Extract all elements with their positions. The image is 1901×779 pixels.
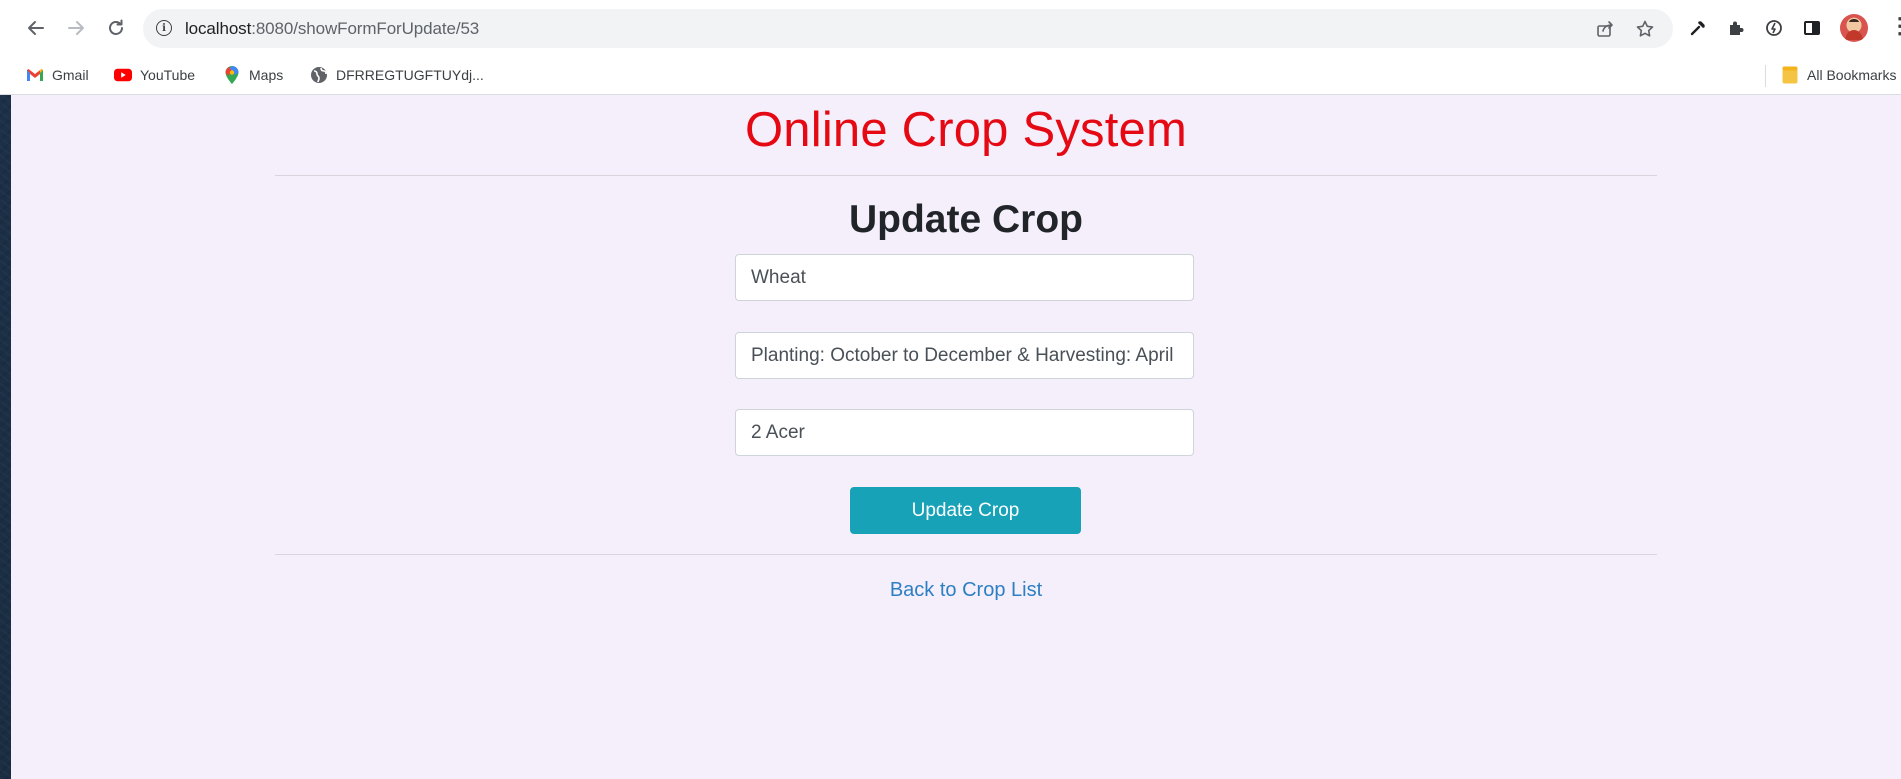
page-content: Online Crop System Update Crop Update Cr… (11, 95, 1901, 779)
bookmark-label: Gmail (52, 67, 89, 83)
side-panel-icon[interactable] (1800, 16, 1824, 40)
bookmark-label: All Bookmarks (1807, 67, 1897, 83)
bookmark-gmail[interactable]: Gmail (26, 64, 89, 86)
crop-name-input[interactable] (735, 254, 1194, 301)
header-divider (275, 175, 1657, 176)
extensions-puzzle-icon[interactable] (1724, 16, 1748, 40)
folder-icon (1781, 66, 1799, 84)
site-info-icon[interactable]: i (156, 20, 172, 36)
bookmark-maps[interactable]: Maps (223, 64, 283, 86)
app-title: Online Crop System (744, 103, 1188, 157)
globe-icon (310, 66, 328, 84)
back-arrow-icon[interactable] (22, 14, 50, 42)
bookmarks-bar: Gmail YouTube Maps DFRREGTUGFTUYdj... Al… (0, 57, 1901, 95)
menu-kebab-icon[interactable]: ⋮ (1889, 15, 1901, 37)
forward-arrow-icon[interactable] (62, 14, 90, 42)
url-path: :8080/showFormForUpdate/53 (251, 19, 480, 38)
update-crop-button[interactable]: Update Crop (850, 487, 1081, 534)
bookmark-star-icon[interactable] (1634, 18, 1656, 40)
back-to-crop-list-link[interactable]: Back to Crop List (275, 579, 1657, 602)
form-title: Update Crop (849, 198, 1083, 241)
reload-icon[interactable] (102, 14, 130, 42)
bookmark-label: YouTube (140, 67, 196, 83)
share-icon[interactable] (1594, 18, 1616, 40)
bookmark-label: Maps (249, 67, 284, 83)
url-text[interactable]: localhost:8080/showFormForUpdate/53 (185, 19, 479, 39)
browser-window: i localhost:8080/showFormForUpdate/53 ⋮ … (0, 0, 1901, 779)
bookmarks-separator (1765, 65, 1766, 87)
bookmark-youtube[interactable]: YouTube (114, 64, 195, 86)
eyedropper-icon[interactable] (1686, 16, 1710, 40)
bookmark-dfrregtugftuydj[interactable]: DFRREGTUGFTUYdj... (310, 64, 484, 86)
season-input[interactable] (735, 332, 1194, 379)
profile-avatar[interactable] (1840, 14, 1868, 42)
maps-pin-icon (223, 66, 241, 84)
bookmark-all-bookmarks[interactable]: All Bookmarks (1781, 64, 1896, 86)
url-host: localhost (185, 19, 252, 38)
performance-icon[interactable] (1762, 16, 1786, 40)
main-container: Online Crop System Update Crop Update Cr… (275, 95, 1657, 779)
address-bar[interactable]: i localhost:8080/showFormForUpdate/53 (143, 9, 1673, 48)
bookmark-label: DFRREGTUGFTUYdj... (336, 67, 484, 83)
footer-divider (275, 554, 1657, 555)
gmail-icon (26, 66, 44, 84)
area-input[interactable] (735, 409, 1194, 456)
browser-toolbar: i localhost:8080/showFormForUpdate/53 ⋮ (0, 0, 1901, 57)
youtube-icon (114, 66, 132, 84)
